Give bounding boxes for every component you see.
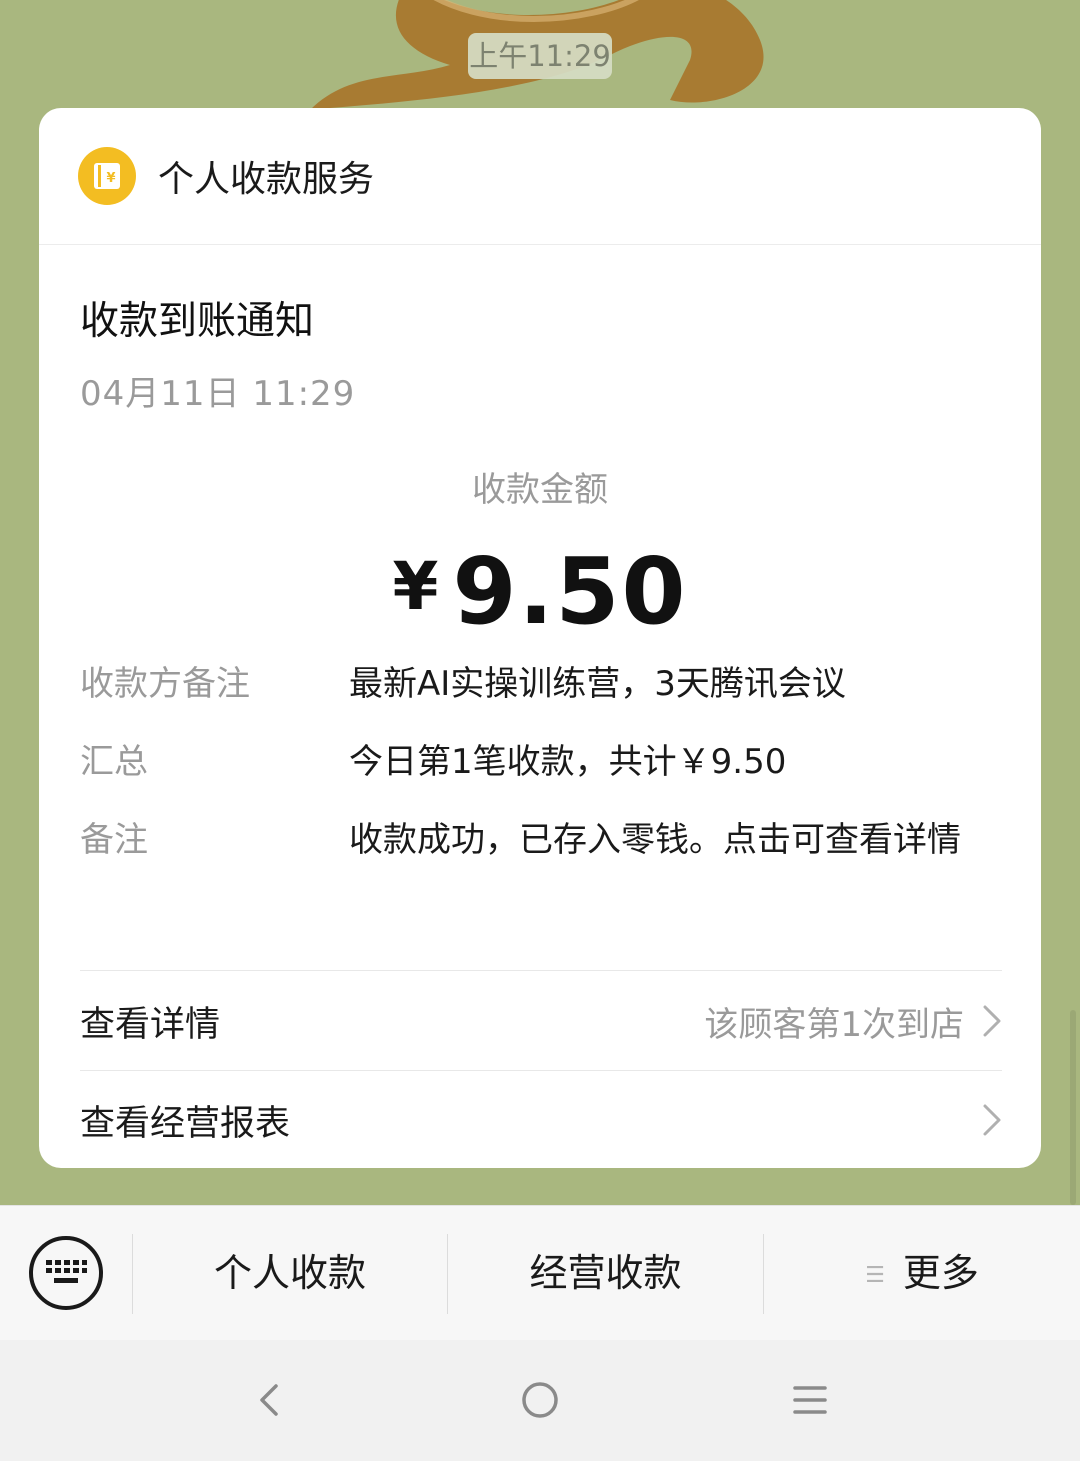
info-label: 收款方备注 bbox=[80, 664, 250, 704]
list-icon: ☰ bbox=[865, 1263, 885, 1288]
info-row-summary: 汇总 今日第1笔收款，共计￥9.50 bbox=[80, 737, 1010, 787]
amount-label: 收款金额 bbox=[472, 470, 608, 510]
info-row-payee-note: 收款方备注 最新AI实操训练营，3天腾讯会议 bbox=[80, 659, 1010, 709]
card-header[interactable]: ¥ 个人收款服务 bbox=[39, 108, 1041, 245]
message-timestamp: 上午11:29 bbox=[468, 33, 612, 79]
chevron-right-icon bbox=[983, 1005, 1001, 1037]
keyboard-icon bbox=[46, 1260, 87, 1283]
amount-value: ¥9.50 bbox=[39, 538, 1041, 645]
amount-number: 9.50 bbox=[452, 538, 688, 645]
notice-title: 收款到账通知 bbox=[80, 299, 315, 344]
customer-visit-hint: 该顾客第1次到店 bbox=[704, 1004, 964, 1045]
keyboard-toggle-button[interactable] bbox=[29, 1236, 103, 1310]
menu-more[interactable]: ☰ 更多 bbox=[764, 1206, 1080, 1341]
back-icon[interactable] bbox=[250, 1380, 290, 1420]
info-label: 备注 bbox=[80, 820, 148, 860]
view-report-label: 查看经营报表 bbox=[80, 1103, 291, 1144]
view-details-label: 查看详情 bbox=[80, 1004, 221, 1045]
menu-more-label: 更多 bbox=[902, 1251, 979, 1295]
view-business-report-link[interactable]: 查看经营报表 bbox=[80, 1071, 1002, 1168]
scrollbar[interactable] bbox=[1070, 1010, 1076, 1205]
divider bbox=[80, 970, 1002, 971]
chevron-right-icon bbox=[983, 1104, 1001, 1136]
info-value: 收款成功，已存入零钱。点击可查看详情 bbox=[349, 820, 961, 860]
service-name: 个人收款服务 bbox=[158, 159, 375, 200]
info-value: 最新AI实操训练营，3天腾讯会议 bbox=[349, 664, 846, 704]
account-menu-bar: 个人收款 经营收款 ☰ 更多 bbox=[0, 1205, 1080, 1340]
menu-icon[interactable] bbox=[790, 1380, 830, 1420]
payment-notification-card[interactable]: ¥ 个人收款服务 收款到账通知 04月11日 11:29 收款金额 ¥9.50 … bbox=[39, 108, 1041, 1168]
system-nav-bar bbox=[0, 1340, 1080, 1461]
svg-text:¥: ¥ bbox=[106, 171, 115, 186]
wallet-yen-icon: ¥ bbox=[78, 147, 136, 205]
info-value: 今日第1笔收款，共计￥9.50 bbox=[349, 742, 787, 782]
info-label: 汇总 bbox=[80, 742, 148, 782]
notice-datetime: 04月11日 11:29 bbox=[80, 374, 356, 414]
info-row-remark: 备注 收款成功，已存入零钱。点击可查看详情 bbox=[80, 815, 1010, 865]
menu-personal-payment[interactable]: 个人收款 bbox=[133, 1206, 447, 1341]
home-icon[interactable] bbox=[520, 1380, 560, 1420]
menu-business-payment[interactable]: 经营收款 bbox=[448, 1206, 763, 1341]
currency-symbol: ¥ bbox=[392, 548, 441, 625]
view-details-link[interactable]: 查看详情 该顾客第1次到店 bbox=[80, 972, 1002, 1070]
